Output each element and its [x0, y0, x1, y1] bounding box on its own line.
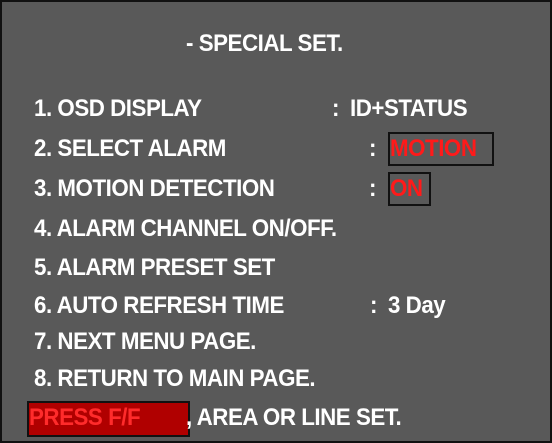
auto-refresh-value[interactable]: 3 Day — [388, 291, 446, 321]
menu-item-motion-detection[interactable]: 3. MOTION DETECTION — [34, 174, 275, 204]
motion-detection-separator: : — [369, 175, 376, 202]
select-alarm-value[interactable]: MOTION — [390, 134, 477, 164]
auto-refresh-separator: : — [370, 292, 377, 319]
menu-item-return-main[interactable]: 8. RETURN TO MAIN PAGE. — [34, 364, 316, 394]
page-title: - SPECIAL SET. — [186, 30, 343, 57]
osd-display-separator: : — [332, 95, 339, 122]
menu-item-alarm-channel[interactable]: 4. ALARM CHANNEL ON/OFF. — [34, 214, 337, 244]
menu-item-auto-refresh[interactable]: 6. AUTO REFRESH TIME — [34, 291, 284, 321]
osd-display-value[interactable]: ID+STATUS — [350, 94, 468, 124]
footer-instruction: , AREA OR LINE SET. — [186, 404, 402, 431]
select-alarm-separator: : — [369, 135, 376, 162]
menu-item-osd-display[interactable]: 1. OSD DISPLAY — [34, 94, 202, 124]
motion-detection-value[interactable]: ON — [390, 174, 423, 204]
menu-item-alarm-preset[interactable]: 5. ALARM PRESET SET — [34, 253, 275, 283]
footer-key-hint[interactable]: PRESS F/F — [29, 403, 141, 433]
menu-item-next-page[interactable]: 7. NEXT MENU PAGE. — [34, 327, 256, 357]
menu-item-select-alarm[interactable]: 2. SELECT ALARM — [34, 134, 226, 164]
